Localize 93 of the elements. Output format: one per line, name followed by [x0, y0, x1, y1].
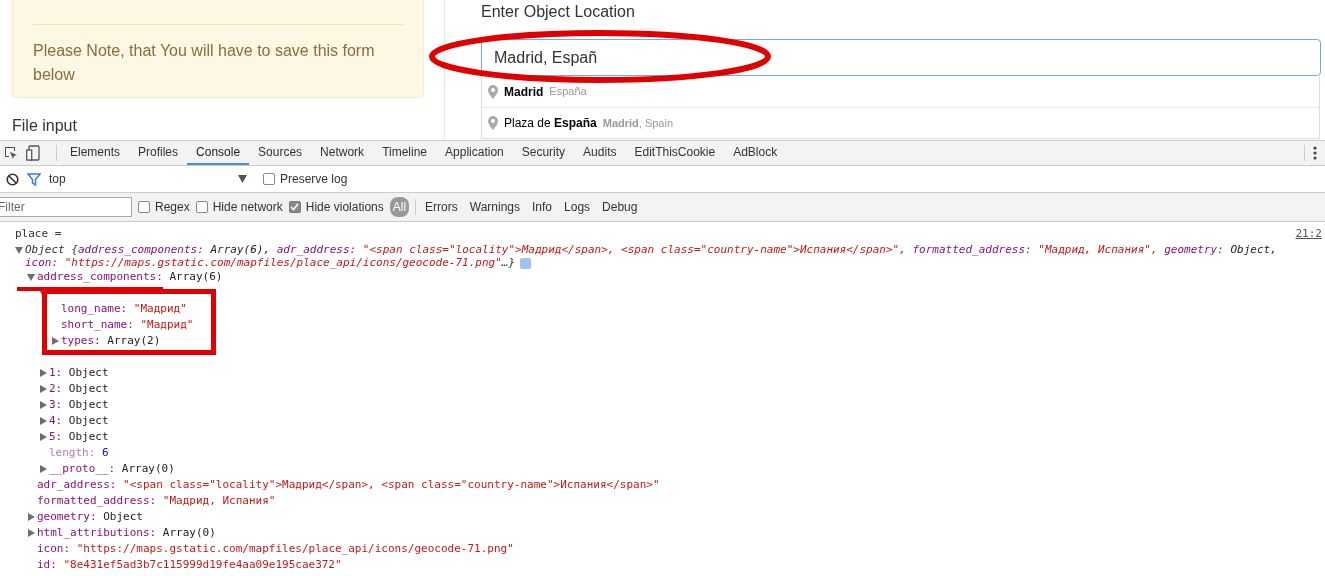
- property-value: Object: [68, 397, 109, 413]
- property-value: "Мадрид, Испания",: [1038, 243, 1158, 256]
- property-key: 2:: [49, 381, 63, 397]
- collapsed-arrow-icon[interactable]: [39, 465, 47, 473]
- property-key: long_name:: [61, 301, 128, 317]
- suggestion-item[interactable]: Plaza de España Madrid, Spain: [482, 107, 1319, 138]
- devtools-tab[interactable]: Profiles: [129, 141, 188, 165]
- property-key: icon:: [37, 541, 71, 557]
- property-key: icon:: [25, 256, 59, 269]
- log-message: place =: [15, 226, 62, 242]
- devtools-tab[interactable]: Network: [311, 141, 374, 165]
- property-key: html_attributions:: [37, 525, 157, 541]
- property-key: 5:: [49, 429, 63, 445]
- more-icon[interactable]: [1313, 146, 1317, 160]
- property-key: geometry:: [37, 509, 97, 525]
- clear-icon[interactable]: [6, 172, 19, 186]
- property-value: "<span class="locality">Мадрид</span>, <span class="country-name">Испания</span>",: [362, 243, 906, 256]
- property-value: "Мадрид, Испания": [162, 493, 276, 509]
- property-value: Array(0): [162, 525, 216, 541]
- property-value: Array(6),: [210, 243, 271, 256]
- property-value: Array(2): [107, 333, 161, 349]
- property-key: 3:: [49, 397, 63, 413]
- collapsed-arrow-icon[interactable]: [27, 513, 35, 521]
- level-filter[interactable]: Info: [529, 197, 556, 217]
- timestamp-link[interactable]: 21:2: [1295, 226, 1322, 242]
- device-icon[interactable]: [26, 145, 40, 161]
- devtools-tab[interactable]: Audits: [574, 141, 626, 165]
- property-key: formatted_address:: [912, 243, 1032, 256]
- property-value: "Мадрид": [140, 317, 194, 333]
- object-summary: …}: [501, 256, 516, 269]
- property-key: types:: [61, 333, 101, 349]
- collapsed-arrow-icon[interactable]: [39, 369, 47, 377]
- property-key: address_components:: [78, 243, 204, 256]
- property-value: "https://maps.gstatic.com/mapfiles/place_api/icons/geocode-71.png": [76, 541, 514, 557]
- property-value: Object: [68, 413, 109, 429]
- property-key: formatted_address:: [37, 493, 157, 509]
- property-value: 6: [101, 445, 109, 461]
- level-filter[interactable]: Logs: [561, 197, 594, 217]
- collapsed-arrow-icon[interactable]: [27, 529, 35, 537]
- property-value: Object,: [1230, 243, 1277, 256]
- alert-text: Please Note, that You will have to save this form below: [33, 41, 376, 85]
- property-value: "Мадрид": [133, 301, 187, 317]
- pin-icon: [488, 84, 498, 99]
- property-key: geometry:: [1164, 243, 1224, 256]
- checkbox-option[interactable]: Regex: [138, 198, 190, 216]
- devtools-tab[interactable]: Console: [187, 141, 250, 165]
- property-value: "https://maps.gstatic.com/mapfiles/place_api/icons/geocode-71.png": [64, 256, 502, 269]
- devtools-tab[interactable]: Application: [436, 141, 513, 165]
- property-value: Array(6): [169, 269, 223, 285]
- property-value: Object: [68, 365, 109, 381]
- inspect-icon[interactable]: [4, 146, 18, 160]
- checkbox-option[interactable]: Preserve log: [263, 170, 348, 188]
- field-label: File input: [12, 116, 78, 136]
- collapsed-arrow-icon[interactable]: [51, 337, 59, 345]
- property-key: adr_address:: [37, 477, 117, 493]
- property-key: id:: [37, 557, 57, 573]
- suggestion-item[interactable]: Madrid España: [482, 76, 1319, 107]
- filter-icon[interactable]: [27, 172, 41, 186]
- level-filter[interactable]: Warnings: [466, 197, 524, 217]
- property-key: 4:: [49, 413, 63, 429]
- property-key: 1:: [49, 365, 63, 381]
- level-filter[interactable]: Debug: [599, 197, 641, 217]
- devtools-tab[interactable]: AdBlock: [724, 141, 787, 165]
- property-value: Object: [68, 429, 109, 445]
- checkbox-option[interactable]: Hide violations: [288, 198, 384, 216]
- property-value: "<span class="locality">Мадрид</span>, <span class="country-name">Испания</span>": [123, 477, 660, 493]
- property-key: __proto__:: [49, 461, 116, 477]
- checkbox-option[interactable]: Hide network: [195, 198, 283, 216]
- collapsed-arrow-icon[interactable]: [39, 385, 47, 393]
- collapsed-arrow-icon[interactable]: [39, 433, 47, 441]
- object-summary: Object {: [25, 243, 78, 256]
- devtools-tab[interactable]: EditThisCookie: [625, 141, 725, 165]
- property-key: short_name:: [61, 317, 134, 333]
- level-filter[interactable]: Errors: [422, 197, 461, 217]
- property-value: "8e431ef5ad3b7c115999d19fe4aa09e195cae372": [63, 557, 342, 573]
- property-key: address_components:: [37, 269, 163, 285]
- checkmark-icon: [290, 203, 300, 211]
- devtools-tab[interactable]: Security: [512, 141, 575, 165]
- field-label: Enter Object Location: [481, 3, 635, 21]
- property-key: length:: [49, 445, 96, 461]
- pin-icon: [488, 116, 498, 130]
- caret-icon: [238, 175, 247, 183]
- property-key: adr_address:: [276, 243, 357, 256]
- property-value: Array(0): [121, 461, 175, 477]
- devtools-tab[interactable]: Sources: [249, 141, 312, 165]
- property-value: Object: [68, 381, 109, 397]
- collapsed-arrow-icon[interactable]: [39, 417, 47, 425]
- location-field[interactable]: Madrid, Españ: [481, 39, 1321, 76]
- property-value: Object: [103, 509, 143, 525]
- devtools-tab[interactable]: Elements: [61, 141, 130, 165]
- context-select[interactable]: top: [49, 170, 247, 188]
- collapsed-arrow-icon[interactable]: [39, 401, 47, 409]
- devtools-tab[interactable]: Timeline: [373, 141, 437, 165]
